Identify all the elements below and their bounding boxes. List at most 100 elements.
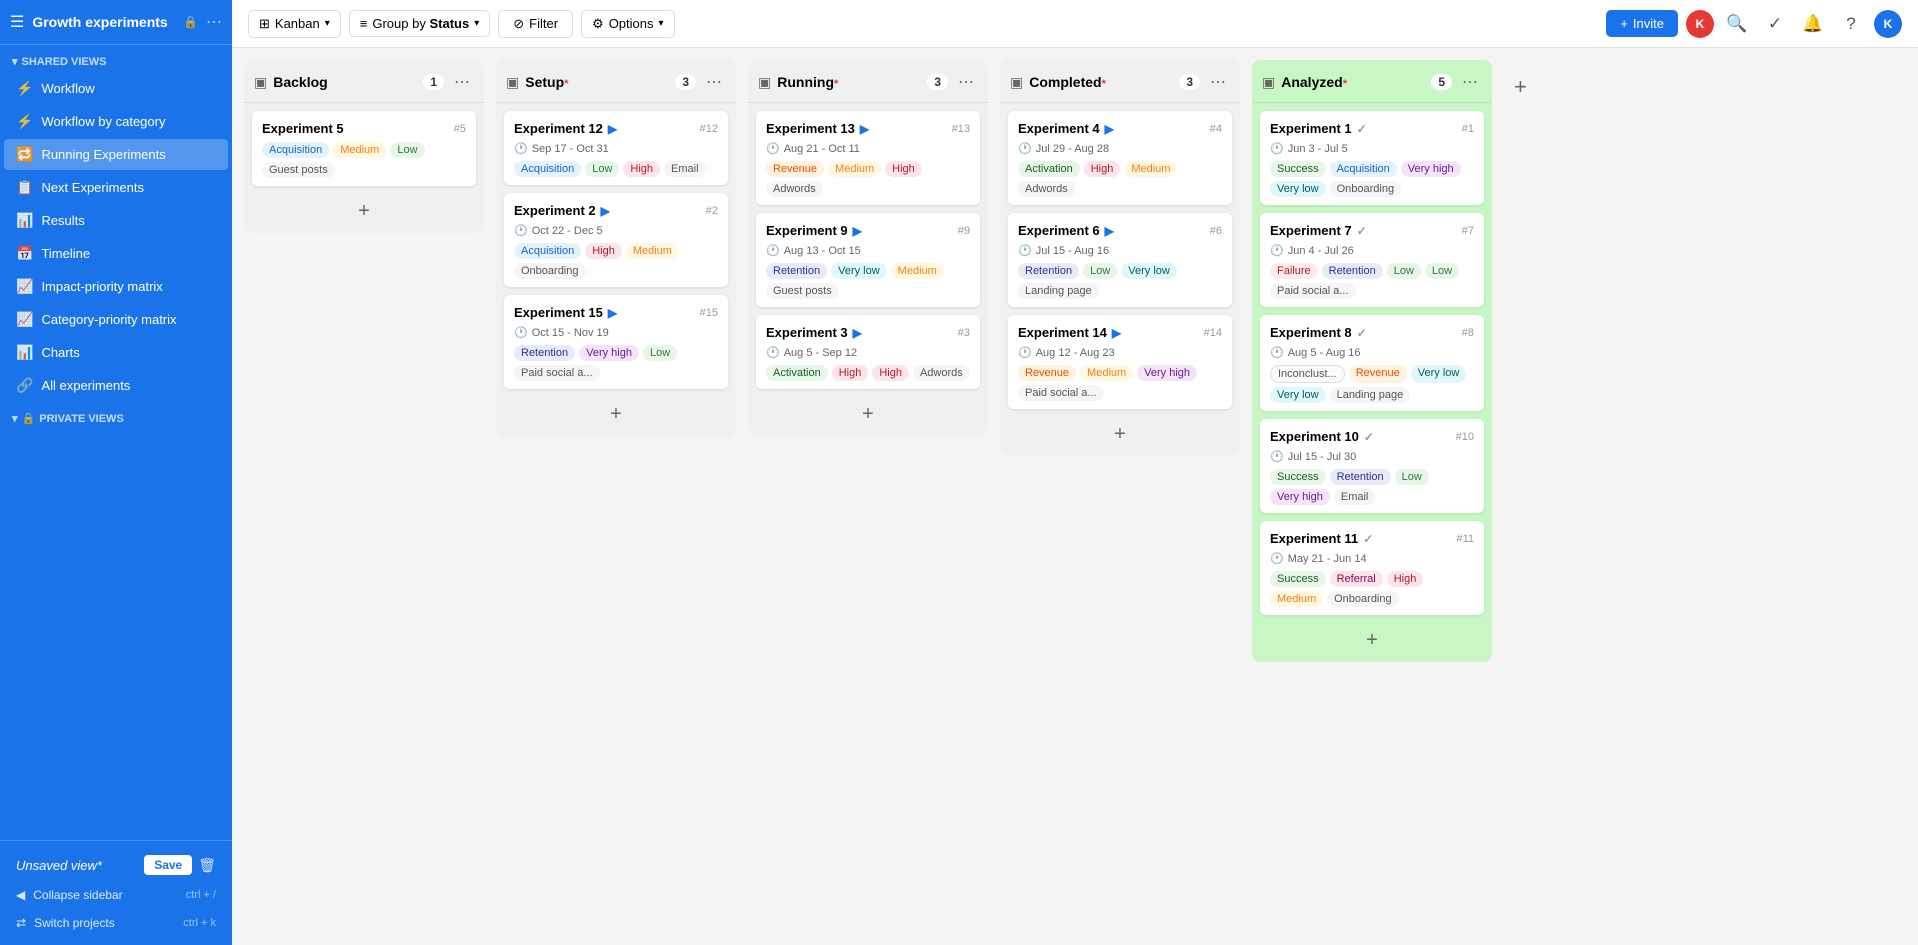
kanban-view-button[interactable]: ⊞ Kanban ▾	[248, 10, 341, 38]
sidebar-item-workflow-category[interactable]: ⚡ Workflow by category	[4, 106, 228, 137]
card-exp13[interactable]: Experiment 13▶#13🕐Aug 21 - Oct 11Revenue…	[756, 111, 980, 205]
card-title-exp8: Experiment 8✓	[1270, 325, 1367, 340]
results-icon: 📊	[16, 212, 33, 229]
play-button-exp9[interactable]: ▶	[853, 224, 862, 238]
col-menu-button-running[interactable]: ⋯	[954, 70, 978, 94]
sidebar-item-running[interactable]: 🔁 Running Experiments	[4, 139, 228, 170]
add-card-button-completed[interactable]: +	[1006, 419, 1234, 450]
col-header-running: ▣ Running* 3 ⋯	[748, 60, 988, 103]
filter-button[interactable]: ⊘ Filter	[498, 10, 573, 38]
switch-label: Switch projects	[34, 916, 115, 930]
check-icon-exp7: ✓	[1357, 224, 1367, 238]
card-tags-exp7: FailureRetentionLowLowPaid social a...	[1270, 263, 1474, 299]
hamburger-icon: ☰	[10, 12, 24, 32]
col-menu-button-analyzed[interactable]: ⋯	[1458, 70, 1482, 94]
clock-icon: 🕐	[766, 142, 780, 155]
invite-button[interactable]: + Invite	[1606, 10, 1678, 37]
more-icon[interactable]: ⋯	[206, 12, 222, 32]
tag-low: Low	[1395, 469, 1429, 485]
card-exp14[interactable]: Experiment 14▶#14🕐Aug 12 - Aug 23Revenue…	[1008, 315, 1232, 409]
tag-referral: Referral	[1330, 571, 1383, 587]
group-by-button[interactable]: ≡ Group by Status ▾	[349, 10, 490, 37]
add-column-button[interactable]: +	[1504, 64, 1537, 110]
app-title: Growth experiments	[32, 14, 175, 30]
card-header-exp10: Experiment 10✓#10	[1270, 429, 1474, 444]
card-exp10[interactable]: Experiment 10✓#10🕐Jul 15 - Jul 30Success…	[1260, 419, 1484, 513]
col-menu-button-backlog[interactable]: ⋯	[450, 70, 474, 94]
add-card-button-backlog[interactable]: +	[250, 196, 478, 227]
sidebar-item-next[interactable]: 📋 Next Experiments	[4, 172, 228, 203]
card-date-exp11: 🕐May 21 - Jun 14	[1270, 552, 1474, 565]
card-exp9[interactable]: Experiment 9▶#9🕐Aug 13 - Oct 15Retention…	[756, 213, 980, 307]
card-exp1[interactable]: Experiment 1✓#1🕐Jun 3 - Jul 5SuccessAcqu…	[1260, 111, 1484, 205]
card-exp8[interactable]: Experiment 8✓#8🕐Aug 5 - Aug 16Inconclust…	[1260, 315, 1484, 411]
collapse-sidebar-item[interactable]: ◀ Collapse sidebar ctrl + /	[4, 881, 228, 909]
search-button[interactable]: 🔍	[1722, 9, 1752, 39]
card-tags-exp3: ActivationHighHighAdwords	[766, 365, 970, 381]
tag-medium: Medium	[891, 263, 944, 279]
card-title-exp15: Experiment 15▶	[514, 305, 617, 320]
collapse-shortcut: ctrl + /	[186, 889, 216, 901]
add-card-button-running[interactable]: +	[754, 399, 982, 430]
play-button-exp2[interactable]: ▶	[601, 204, 610, 218]
sidebar-item-timeline[interactable]: 📅 Timeline	[4, 238, 228, 269]
card-header-exp1: Experiment 1✓#1	[1270, 121, 1474, 136]
notifications-button[interactable]: ✓	[1760, 9, 1790, 39]
options-button[interactable]: ⚙ Options ▾	[581, 10, 675, 38]
tag-retention: Retention	[1330, 469, 1391, 485]
tag-guest-posts: Guest posts	[262, 162, 335, 178]
bell-button[interactable]: 🔔	[1798, 9, 1828, 39]
tag-high: High	[585, 243, 622, 259]
card-exp15[interactable]: Experiment 15▶#15🕐Oct 15 - Nov 19Retenti…	[504, 295, 728, 389]
col-menu-button-completed[interactable]: ⋯	[1206, 70, 1230, 94]
col-header-backlog: ▣ Backlog 1 ⋯	[244, 60, 484, 103]
col-header-icon: ▣	[1010, 74, 1023, 91]
play-button-exp3[interactable]: ▶	[853, 326, 862, 340]
delete-unsaved-button[interactable]: 🗑	[198, 857, 216, 874]
card-exp7[interactable]: Experiment 7✓#7🕐Jun 4 - Jul 26FailureRet…	[1260, 213, 1484, 307]
col-menu-button-setup[interactable]: ⋯	[702, 70, 726, 94]
card-num-exp12: #12	[700, 123, 718, 135]
card-exp12[interactable]: Experiment 12▶#12🕐Sep 17 - Oct 31Acquisi…	[504, 111, 728, 185]
sidebar-item-all[interactable]: 🔗 All experiments	[4, 370, 228, 401]
play-button-exp13[interactable]: ▶	[860, 122, 869, 136]
play-button-exp15[interactable]: ▶	[608, 306, 617, 320]
card-exp3[interactable]: Experiment 3▶#3🕐Aug 5 - Sep 12Activation…	[756, 315, 980, 389]
tag-failure: Failure	[1270, 263, 1318, 279]
card-exp2[interactable]: Experiment 2▶#2🕐Oct 22 - Dec 5Acquisitio…	[504, 193, 728, 287]
user-avatar-k[interactable]: K	[1686, 10, 1714, 38]
card-date-exp8: 🕐Aug 5 - Aug 16	[1270, 346, 1474, 359]
sidebar-item-category-matrix[interactable]: 📈 Category-priority matrix	[4, 304, 228, 335]
sidebar-item-results[interactable]: 📊 Results	[4, 205, 228, 236]
kanban-column-running: ▣ Running* 3 ⋯ Experiment 13▶#13🕐Aug 21 …	[748, 60, 988, 436]
card-date-exp13: 🕐Aug 21 - Oct 11	[766, 142, 970, 155]
sidebar-item-impact-matrix[interactable]: 📈 Impact-priority matrix	[4, 271, 228, 302]
card-exp11[interactable]: Experiment 11✓#11🕐May 21 - Jun 14Success…	[1260, 521, 1484, 615]
add-card-button-setup[interactable]: +	[502, 399, 730, 430]
help-button[interactable]: ?	[1836, 9, 1866, 39]
switch-projects-item[interactable]: ⇄ Switch projects ctrl + k	[4, 909, 228, 937]
tag-high: High	[885, 161, 922, 177]
sidebar-item-workflow[interactable]: ⚡ Workflow	[4, 73, 228, 104]
play-button-exp4[interactable]: ▶	[1105, 122, 1114, 136]
add-card-row-analyzed: +	[1252, 619, 1492, 662]
save-button[interactable]: Save	[144, 855, 192, 875]
tag-revenue: Revenue	[766, 161, 824, 177]
tag-very-high: Very high	[1137, 365, 1197, 381]
card-exp6[interactable]: Experiment 6▶#6🕐Jul 15 - Aug 16Retention…	[1008, 213, 1232, 307]
clock-icon: 🕐	[766, 346, 780, 359]
play-button-exp6[interactable]: ▶	[1105, 224, 1114, 238]
invite-label: Invite	[1633, 16, 1664, 31]
play-button-exp12[interactable]: ▶	[608, 122, 617, 136]
topbar: ⊞ Kanban ▾ ≡ Group by Status ▾ ⊘ Filter …	[232, 0, 1918, 48]
tag-medium: Medium	[1124, 161, 1177, 177]
play-button-exp14[interactable]: ▶	[1112, 326, 1121, 340]
add-card-button-analyzed[interactable]: +	[1258, 625, 1486, 656]
user-avatar-main[interactable]: K	[1874, 10, 1902, 38]
sidebar-item-label: Workflow by category	[41, 114, 165, 129]
card-exp4[interactable]: Experiment 4▶#4🕐Jul 29 - Aug 28Activatio…	[1008, 111, 1232, 205]
lock-small-icon: 🔒	[22, 412, 36, 425]
sidebar-item-charts[interactable]: 📊 Charts	[4, 337, 228, 368]
card-exp5[interactable]: Experiment 5#5AcquisitionMediumLowGuest …	[252, 111, 476, 186]
chevron-down-icon: ▾	[12, 55, 18, 68]
